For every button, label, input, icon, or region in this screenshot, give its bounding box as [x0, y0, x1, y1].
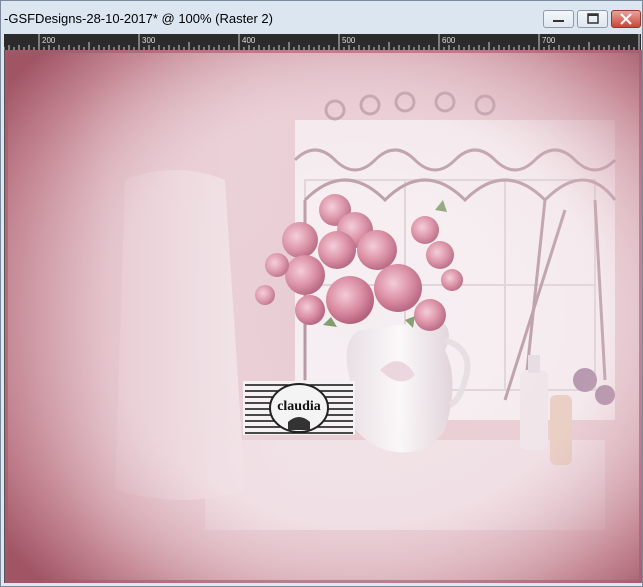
window-title: -GSFDesigns-28-10-2017* @ 100% (Raster 2… — [4, 11, 273, 26]
maximize-button[interactable] — [577, 10, 608, 28]
minimize-icon — [553, 20, 564, 22]
ruler-label: 200 — [42, 36, 56, 45]
image-window: -GSFDesigns-28-10-2017* @ 100% (Raster 2… — [0, 0, 643, 587]
horizontal-ruler: 200 300 400 500 600 700 — [4, 34, 641, 50]
ruler-ticks: 200 300 400 500 600 700 — [4, 34, 640, 50]
minimize-button[interactable] — [543, 10, 574, 28]
ruler-label: 600 — [442, 36, 456, 45]
ruler-label: 400 — [242, 36, 256, 45]
ruler-label: 500 — [342, 36, 356, 45]
image-canvas[interactable]: claudia — [4, 50, 642, 583]
close-icon — [620, 13, 632, 25]
ruler-label: 700 — [542, 36, 556, 45]
close-button[interactable] — [611, 10, 641, 28]
vignette — [5, 50, 642, 583]
title-bar[interactable]: -GSFDesigns-28-10-2017* @ 100% (Raster 2… — [1, 1, 642, 34]
watermark-text: claudia — [277, 399, 321, 414]
canvas-artwork: claudia — [5, 50, 642, 583]
ruler-label: 300 — [142, 36, 156, 45]
maximize-icon — [587, 13, 599, 24]
claudia-watermark: claudia — [243, 381, 355, 435]
